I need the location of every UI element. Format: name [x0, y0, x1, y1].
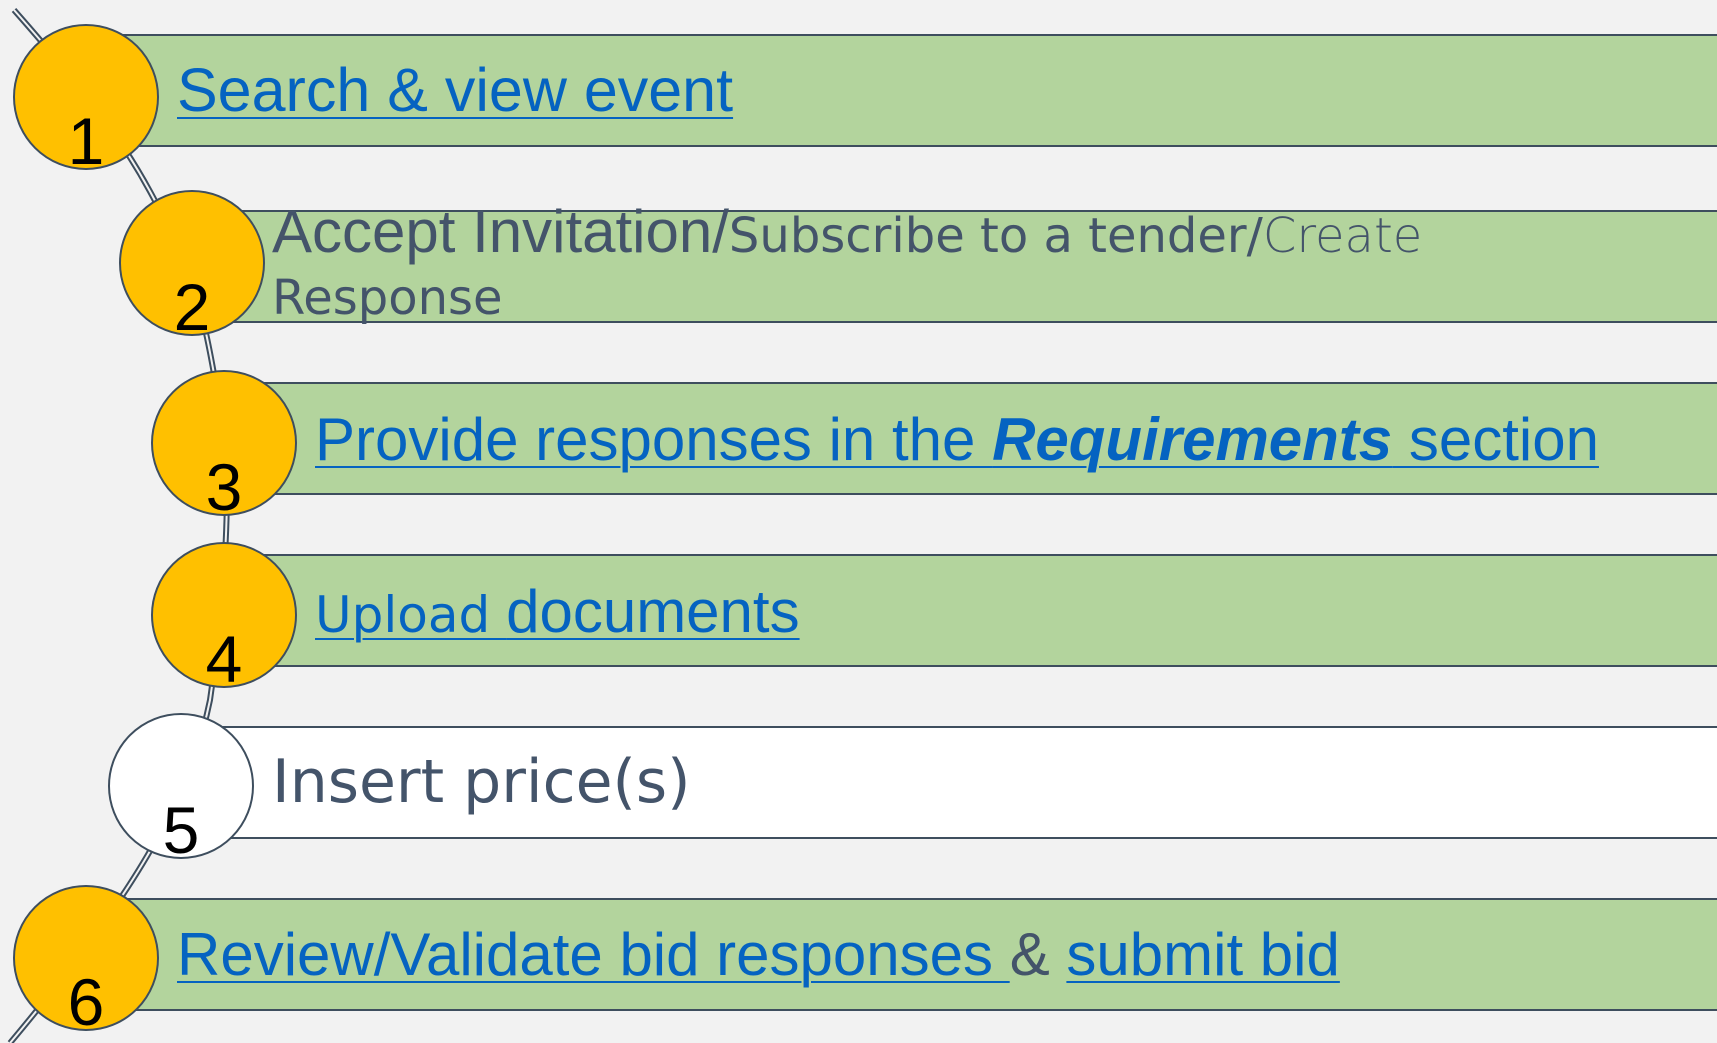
step-4-text-a: Upload [315, 586, 507, 644]
step-2-text-a: Accept Invitation/ [272, 198, 729, 265]
timeline-curve [7, 8, 230, 1043]
step-2-badge: 2 [119, 190, 265, 340]
step-2-number: 2 [173, 270, 211, 344]
step-4-number: 4 [205, 622, 243, 696]
step-1-number: 1 [67, 104, 105, 178]
step-1-text: Search & view event [177, 56, 734, 124]
step-6-label: Review/Validate bid responses & submit b… [177, 925, 1340, 985]
step-3-text-a: Provide responses in the [315, 406, 993, 473]
step-3-number: 3 [205, 450, 243, 524]
step-4-text-b: documents [506, 578, 800, 645]
step-6-number: 6 [67, 965, 105, 1039]
step-6-badge: 6 [13, 885, 159, 1035]
step-5-text: Insert price(s) [272, 747, 691, 817]
step-2-text-b: Subscribe to a tender/ [728, 208, 1263, 264]
step-1-badge: 1 [13, 24, 159, 174]
step-2-label: Accept Invitation/Subscribe to a tender/… [272, 202, 1552, 326]
step-6-review-link[interactable]: Review/Validate bid responses [177, 921, 1010, 988]
step-4-badge: 4 [151, 542, 297, 692]
step-3-link[interactable]: Provide responses in the Requirements se… [315, 410, 1599, 470]
step-4-link[interactable]: Upload documents [315, 582, 800, 642]
step-6-ampersand: & [1009, 921, 1067, 988]
step-3-badge: 3 [151, 370, 297, 520]
step-5-badge: 5 [108, 713, 254, 863]
step-2-text-c: Create [1262, 208, 1423, 264]
step-6-submit-link[interactable]: submit bid [1066, 921, 1339, 988]
step-3-text-b: Requirements [992, 406, 1393, 473]
step-5-number: 5 [162, 793, 200, 867]
step-1-link[interactable]: Search & view event [177, 60, 733, 121]
step-3-text-c: section [1392, 406, 1599, 473]
step-2-text-d: Response [272, 270, 503, 326]
